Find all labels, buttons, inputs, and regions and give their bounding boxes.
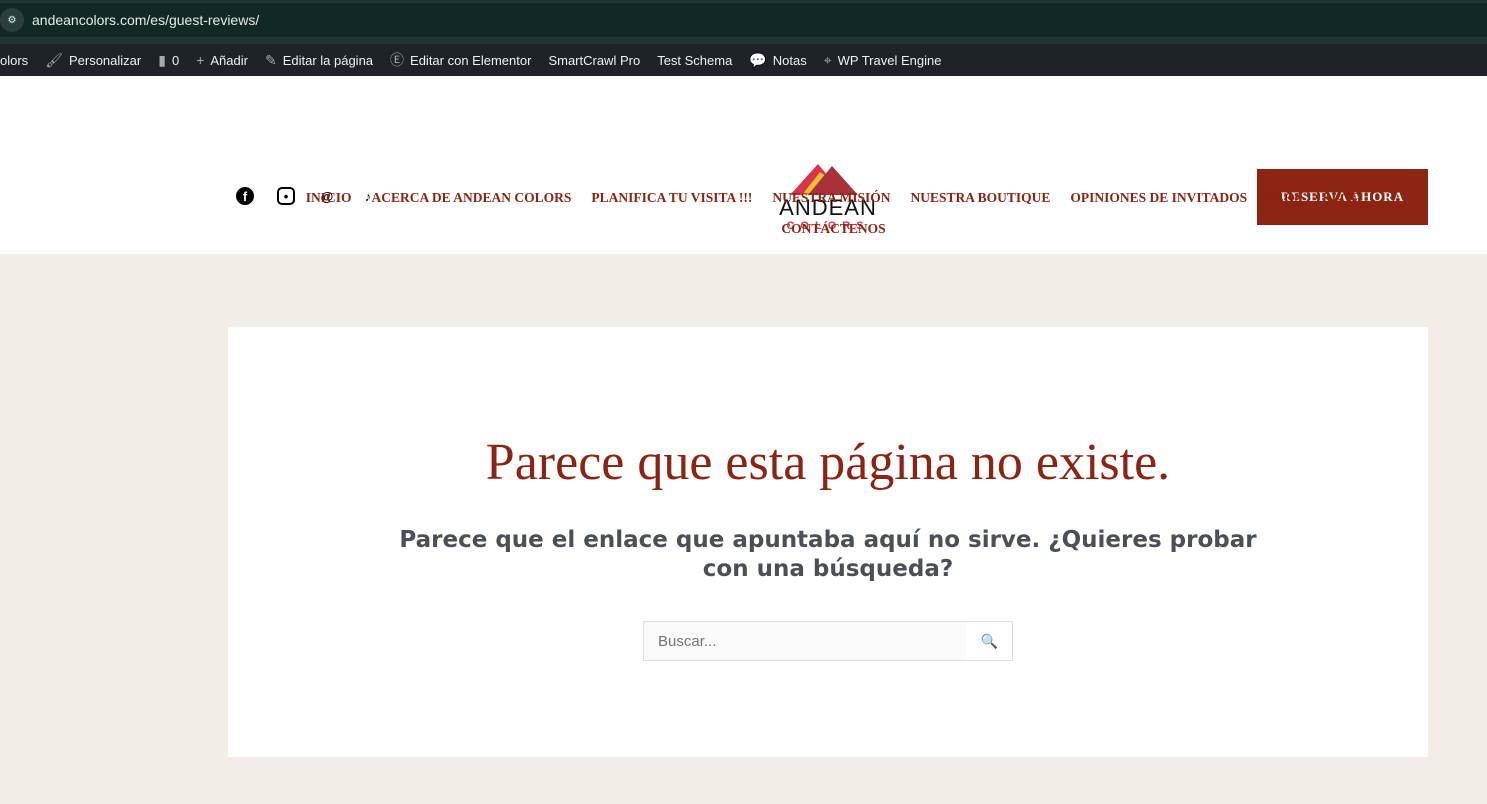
admin-bar-label: Editar la página: [282, 52, 374, 68]
nav-link[interactable]: ACERCA DE ANDEAN COLORS: [372, 190, 572, 206]
page-title: Parece que esta página no existe.: [485, 434, 1171, 491]
pencil-icon: ✎: [264, 51, 277, 68]
nav-link[interactable]: BLOG: [1322, 190, 1361, 206]
search-icon: 🔍: [980, 632, 999, 649]
admin-bar-item[interactable]: Ⓔ Editar con Elementor: [390, 50, 531, 70]
admin-bar-label: WP Travel Engine: [837, 52, 942, 68]
admin-bar-item[interactable]: olors: [0, 53, 28, 68]
site-settings-icon[interactable]: ⚙: [0, 8, 24, 32]
plus-icon: +: [196, 52, 205, 68]
notes-icon: 💬: [749, 51, 767, 68]
admin-bar-item[interactable]: ⌖ WP Travel Engine: [824, 52, 942, 69]
browser-address-bar: ⚙ andeancolors.com/es/guest-reviews/: [0, 0, 1487, 44]
admin-bar-label: Editar con Elementor: [410, 52, 532, 68]
admin-bar-item[interactable]: SmartCrawl Pro: [548, 53, 640, 68]
admin-bar-item[interactable]: ▮ 0: [158, 52, 179, 69]
main-nav: INICIO ACERCA DE ANDEAN COLORS PLANIFICA T…: [0, 190, 1487, 252]
admin-bar-item[interactable]: Test Schema: [657, 53, 732, 68]
elementor-icon: Ⓔ: [390, 52, 405, 68]
not-found-card: Parece que esta página no existe. Parece…: [228, 327, 1428, 757]
comment-icon: ▮: [158, 51, 166, 68]
nav-link[interactable]: NUESTRA MISIÓN: [772, 190, 890, 206]
admin-bar-label: 0: [171, 52, 180, 68]
nav-link[interactable]: FAQS: [1267, 190, 1302, 206]
search-input[interactable]: [644, 622, 967, 660]
nav-link[interactable]: INICIO: [306, 190, 352, 206]
url-text[interactable]: andeancolors.com/es/guest-reviews/: [32, 12, 259, 28]
admin-bar-item[interactable]: 💬 Notas: [749, 52, 806, 69]
search-button[interactable]: 🔍: [967, 622, 1012, 660]
travel-icon: ⌖: [823, 51, 832, 68]
admin-bar-item[interactable]: ✎ Editar la página: [265, 52, 373, 69]
admin-bar-label: Personalizar: [68, 52, 142, 68]
brush-icon: 🖌: [45, 51, 63, 68]
nav-link[interactable]: PLANIFICA TU VISITA !!!: [591, 190, 752, 206]
admin-bar-label: Test Schema: [657, 52, 733, 68]
page-subtitle: Parece que el enlace que apuntaba aquí n…: [399, 527, 1257, 582]
admin-bar-label: olors: [0, 52, 29, 68]
nav-link[interactable]: NUESTRA BOUTIQUE: [910, 190, 1050, 206]
nav-link[interactable]: OPINIONES DE INVITADOS: [1070, 190, 1247, 206]
admin-bar-item[interactable]: 🖌 Personalizar: [45, 52, 141, 69]
admin-bar-label: SmartCrawl Pro: [548, 52, 641, 68]
wp-admin-bar: olors 🖌 Personalizar ▮ 0 + Añadir ✎ Editar la pá…: [0, 44, 1487, 76]
admin-bar-label: Notas: [772, 52, 807, 68]
nav-link[interactable]: CONTÁCTENOS: [781, 221, 885, 237]
admin-bar-label: Añadir: [210, 52, 248, 68]
search-form: 🔍: [643, 621, 1013, 661]
admin-bar-item[interactable]: + Añadir: [196, 52, 248, 68]
